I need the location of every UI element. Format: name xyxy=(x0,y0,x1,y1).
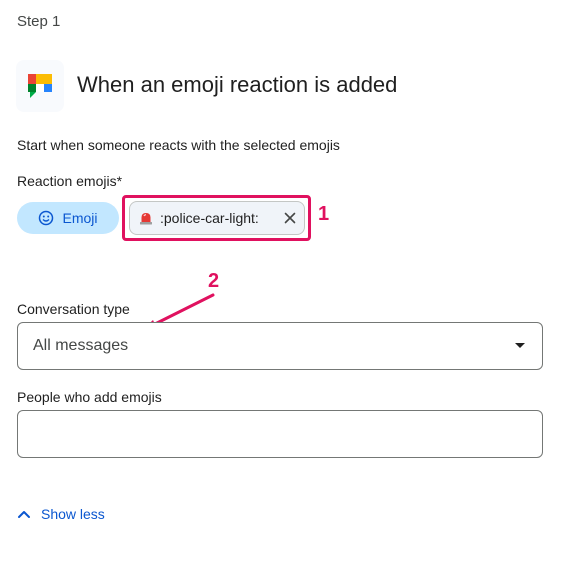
conversation-type-label: Conversation type xyxy=(17,301,130,317)
show-less-button[interactable]: Show less xyxy=(17,506,105,522)
show-less-label: Show less xyxy=(41,506,105,522)
people-who-add-emojis-input[interactable] xyxy=(17,410,543,458)
chevron-up-icon xyxy=(18,511,30,518)
people-who-add-emojis-label: People who add emojis xyxy=(17,389,162,405)
conversation-type-select[interactable]: All messages xyxy=(17,322,543,370)
dropdown-arrow-icon xyxy=(515,343,525,348)
annotation-arrow xyxy=(139,293,215,333)
conversation-type-value: All messages xyxy=(33,337,129,354)
